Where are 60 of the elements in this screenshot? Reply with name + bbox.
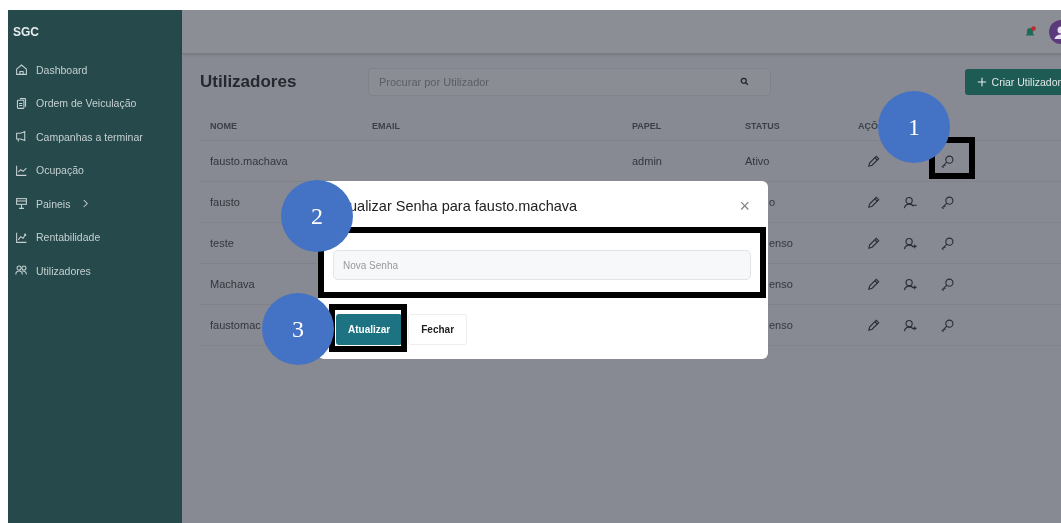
sidebar-item-label: Ordem de Veiculação <box>36 97 137 110</box>
page-title: Utilizadores <box>200 72 298 92</box>
column-header: NOME <box>210 121 237 131</box>
sidebar-item[interactable]: Paineis <box>8 187 182 221</box>
sidebar-item-label: Dashboard <box>36 63 88 76</box>
update-button[interactable]: Atualizar <box>336 314 403 345</box>
pencil-icon[interactable] <box>866 194 881 210</box>
sidebar-item-label: Paineis <box>36 197 71 210</box>
table-cell: teste <box>210 237 234 249</box>
table-cell-text: enso <box>768 237 793 249</box>
password-field[interactable]: Nova Senha <box>333 250 751 280</box>
sidebar-item-label: Rentabilidade <box>36 231 101 244</box>
documents-icon <box>15 96 28 110</box>
table-cell: faustomac <box>210 319 261 331</box>
user-plus-icon[interactable] <box>903 276 918 292</box>
column-header: STATUS <box>745 121 780 131</box>
sidebar-item[interactable]: Ocupação <box>8 153 182 187</box>
table-cell: fausto <box>210 196 240 208</box>
chart-icon <box>15 163 28 177</box>
column-header: EMAIL <box>372 121 400 131</box>
column-header: PAPEL <box>632 121 662 131</box>
sidebar-item-label: Utilizadores <box>36 264 91 277</box>
sidebar-item-label: Campanhas a terminar <box>36 130 143 143</box>
sidebar-item[interactable]: Campanhas a terminar <box>8 120 182 154</box>
sidebar-item[interactable]: Utilizadores <box>8 254 182 288</box>
key-icon[interactable] <box>940 235 955 251</box>
trend-icon <box>15 230 28 244</box>
pencil-icon[interactable] <box>866 235 881 251</box>
key-icon[interactable] <box>940 276 955 292</box>
pencil-icon[interactable] <box>866 153 881 169</box>
sidebar-item[interactable]: Rentabilidade <box>8 220 182 254</box>
sidebar-item[interactable]: Dashboard <box>8 53 182 87</box>
megaphone-icon <box>15 130 28 144</box>
create-user-button[interactable]: Criar Utilizador <box>964 69 1061 95</box>
user-minus-icon[interactable] <box>903 194 918 210</box>
column-header: AÇÕ <box>858 121 878 131</box>
pencil-icon[interactable] <box>866 317 881 333</box>
user-plus-icon[interactable] <box>903 235 918 251</box>
table-cell: Ativo <box>745 155 770 167</box>
table-cell-text: o <box>768 196 776 208</box>
billboard-icon <box>15 197 28 211</box>
table-cell: fausto.machava <box>210 155 288 167</box>
pencil-icon[interactable] <box>866 276 881 292</box>
key-icon[interactable] <box>940 317 955 333</box>
sidebar-item[interactable]: Ordem de Veiculação <box>8 86 182 120</box>
key-icon[interactable] <box>940 153 955 169</box>
table-cell: Machava <box>210 278 255 290</box>
plus-icon <box>976 77 987 87</box>
key-icon[interactable] <box>940 194 955 210</box>
user-plus-icon[interactable] <box>903 317 918 333</box>
app-title: SGC <box>12 23 40 41</box>
home-icon <box>15 63 28 77</box>
close-dialog-button[interactable]: Fechar <box>408 314 468 345</box>
sidebar-item-label: Ocupação <box>36 164 84 177</box>
users-icon <box>15 264 28 278</box>
search-icon[interactable] <box>740 77 749 86</box>
table-cell: admin <box>632 155 662 167</box>
close-button[interactable]: × <box>739 197 750 215</box>
table-cell-text: enso <box>768 278 793 290</box>
table-cell-text: enso <box>768 319 793 331</box>
